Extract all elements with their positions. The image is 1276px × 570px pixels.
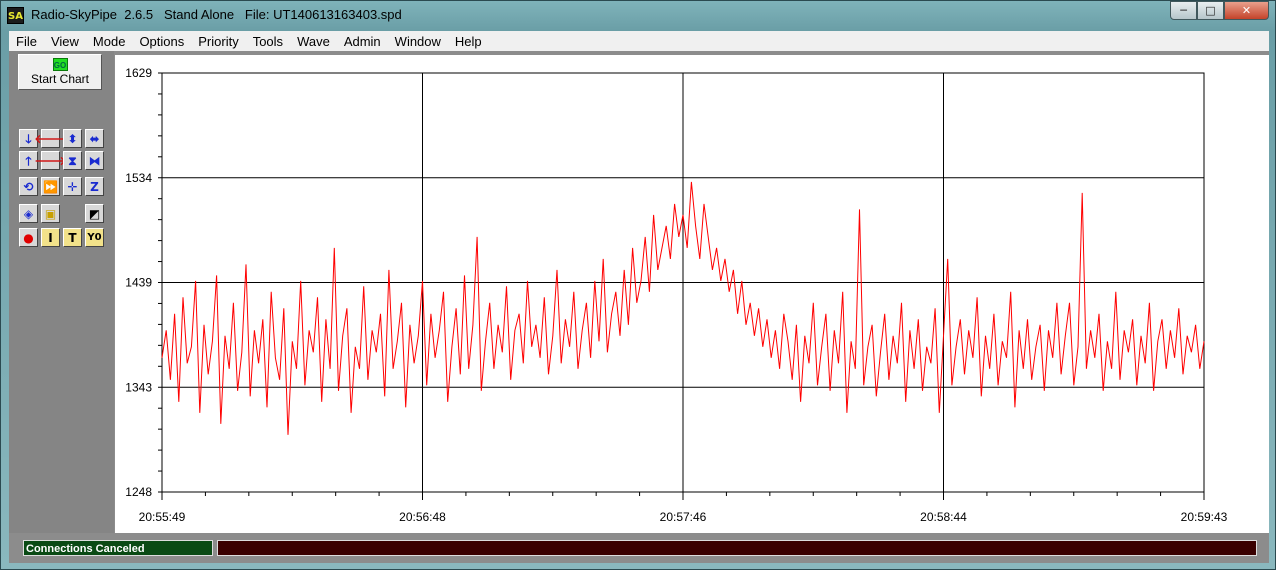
menu-view[interactable]: View bbox=[44, 34, 86, 49]
scroll-right-button[interactable]: 🡒 bbox=[34, 151, 67, 170]
client-area: GO Start Chart 🡓 🡐 ⬍ ⬌ 🡑 🡒 ⧗ ⧓ ⟲ ⏩ ✛ Z ◈ ▣ ◩ ● I T Y0 1629… bbox=[9, 51, 1269, 563]
x-tick-label: 20:58:44 bbox=[920, 510, 967, 524]
y-tick-label: 1534 bbox=[125, 171, 152, 185]
x-tick-label: 20:56:48 bbox=[399, 510, 446, 524]
x-tick-label: 20:55:49 bbox=[139, 510, 186, 524]
status-message-bar bbox=[217, 540, 1257, 556]
title-bar[interactable]: SA Radio-SkyPipe 2.6.5 Stand Alone File:… bbox=[1, 1, 1275, 29]
scroll-left-icon: 🡐 bbox=[34, 131, 67, 146]
zoom-box-icon: Z bbox=[90, 179, 99, 194]
app-icon[interactable]: SA bbox=[7, 7, 24, 24]
crosshair-icon: ✛ bbox=[67, 179, 78, 194]
scroll-right-icon: 🡒 bbox=[34, 153, 67, 168]
fast-forward-icon: ⏩ bbox=[43, 179, 58, 194]
chart-svg[interactable]: 1629 1534 1439 1343 1248 20:55:49 20:56:48 20:5… bbox=[115, 55, 1269, 533]
insert-text-button[interactable]: I bbox=[41, 228, 60, 247]
expand-vertical-button[interactable]: ⬍ bbox=[63, 129, 82, 148]
y-zero-icon: Y0 bbox=[87, 231, 102, 243]
menu-help[interactable]: Help bbox=[448, 34, 489, 49]
scroll-down-icon: 🡓 bbox=[25, 131, 32, 146]
maximize-button[interactable]: □ bbox=[1197, 1, 1224, 20]
start-chart-button[interactable]: GO Start Chart bbox=[18, 54, 102, 90]
zoom-fit-icon: ◈ bbox=[23, 206, 34, 221]
scroll-left-button[interactable]: 🡐 bbox=[34, 129, 67, 148]
menu-tools[interactable]: Tools bbox=[246, 34, 290, 49]
refresh-button[interactable]: ⟲ bbox=[19, 177, 38, 196]
crosshair-button[interactable]: ✛ bbox=[63, 177, 82, 196]
close-button[interactable]: ✕ bbox=[1224, 1, 1269, 20]
minimize-button[interactable]: ─ bbox=[1170, 1, 1197, 20]
status-connection: Connections Canceled bbox=[23, 540, 213, 556]
select-region-icon: ▣ bbox=[44, 206, 57, 221]
y-tick-label: 1343 bbox=[125, 380, 152, 394]
window-controls: ─ □ ✕ bbox=[1170, 1, 1269, 20]
menu-window[interactable]: Window bbox=[388, 34, 448, 49]
tool-panel: GO Start Chart 🡓 🡐 ⬍ ⬌ 🡑 🡒 ⧗ ⧓ ⟲ ⏩ ✛ Z ◈ ▣ ◩ ● I T Y0 bbox=[9, 51, 114, 533]
menu-options[interactable]: Options bbox=[132, 34, 191, 49]
zoom-fit-button[interactable]: ◈ bbox=[19, 204, 38, 223]
expand-horizontal-button[interactable]: ⬌ bbox=[85, 129, 104, 148]
compress-vertical-button[interactable]: ⧗ bbox=[63, 151, 82, 170]
start-chart-label: Start Chart bbox=[30, 72, 90, 86]
select-region-button[interactable]: ▣ bbox=[41, 204, 60, 223]
y-tick-label: 1439 bbox=[125, 276, 152, 290]
text-tool-button[interactable]: T bbox=[63, 228, 82, 247]
x-tick-label: 20:59:43 bbox=[1181, 510, 1228, 524]
scroll-up-icon: 🡑 bbox=[25, 153, 32, 168]
window-title: Radio-SkyPipe 2.6.5 Stand Alone File: UT… bbox=[31, 7, 402, 22]
menu-bar: File View Mode Options Priority Tools Wa… bbox=[9, 31, 1269, 51]
compress-vertical-icon: ⧗ bbox=[68, 153, 77, 168]
record-icon: ● bbox=[23, 230, 34, 245]
menu-priority[interactable]: Priority bbox=[191, 34, 245, 49]
menu-mode[interactable]: Mode bbox=[86, 34, 133, 49]
text-tool-icon: T bbox=[68, 230, 77, 245]
y-tick-label: 1629 bbox=[125, 66, 152, 80]
go-icon: GO bbox=[52, 58, 68, 71]
y-tick-label: 1248 bbox=[125, 485, 152, 499]
chart-panel[interactable]: 1629 1534 1439 1343 1248 20:55:49 20:56:48 20:5… bbox=[115, 55, 1269, 533]
x-tick-label: 20:57:46 bbox=[660, 510, 707, 524]
menu-admin[interactable]: Admin bbox=[337, 34, 388, 49]
y-zero-button[interactable]: Y0 bbox=[85, 228, 104, 247]
expand-vertical-icon: ⬍ bbox=[67, 131, 78, 146]
menu-file[interactable]: File bbox=[9, 34, 44, 49]
zoom-box-button[interactable]: Z bbox=[85, 177, 104, 196]
fast-forward-button[interactable]: ⏩ bbox=[41, 177, 60, 196]
menu-wave[interactable]: Wave bbox=[290, 34, 337, 49]
insert-text-icon: I bbox=[48, 230, 53, 245]
compress-horizontal-button[interactable]: ⧓ bbox=[85, 151, 104, 170]
app-window: SA Radio-SkyPipe 2.6.5 Stand Alone File:… bbox=[0, 0, 1276, 570]
clear-marker-button[interactable]: ◩ bbox=[85, 204, 104, 223]
refresh-icon: ⟲ bbox=[23, 179, 34, 194]
compress-horizontal-icon: ⧓ bbox=[88, 153, 101, 168]
clear-marker-icon: ◩ bbox=[88, 206, 101, 221]
expand-horizontal-icon: ⬌ bbox=[89, 131, 100, 146]
record-button[interactable]: ● bbox=[19, 228, 38, 247]
